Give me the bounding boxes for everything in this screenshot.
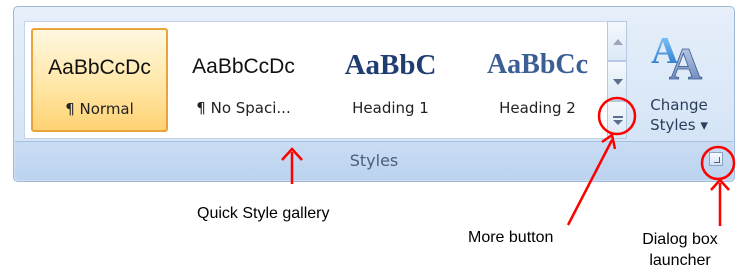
annotation-launcher-line1: Dialog box: [642, 231, 718, 248]
launcher-highlight: [700, 145, 736, 181]
annotation-quick-style-gallery: Quick Style gallery: [197, 205, 330, 222]
more-arrow: [566, 139, 614, 226]
more-button-highlight: [597, 96, 637, 136]
annotation-launcher-line2: launcher: [649, 252, 711, 269]
annotation-dialog-box-launcher: Dialog box launcher: [628, 229, 732, 271]
annotation-more-button: More button: [468, 229, 554, 246]
